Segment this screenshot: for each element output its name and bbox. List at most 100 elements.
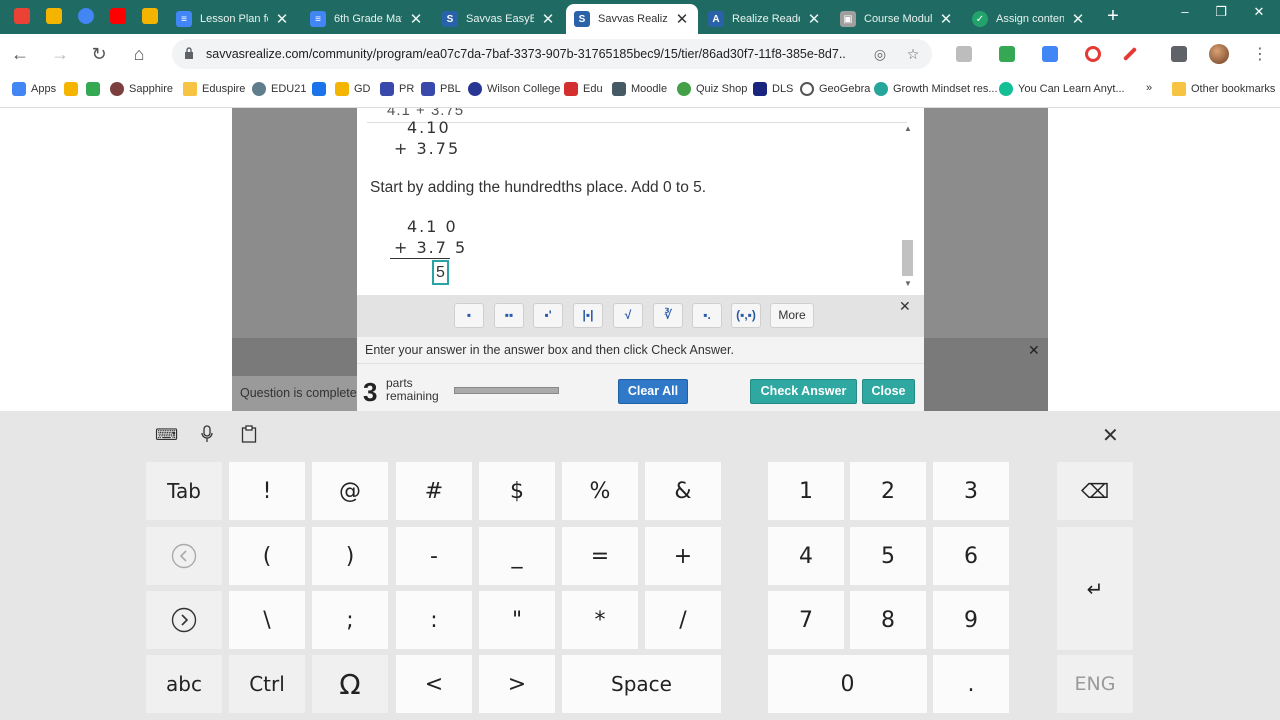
key-backslash[interactable]: \ <box>229 591 305 649</box>
extension-icon[interactable] <box>956 46 972 62</box>
minimize-button[interactable]: – <box>1170 4 1200 19</box>
tab-savvas-realize[interactable]: S Savvas Realize ✕ <box>566 4 698 34</box>
new-tab-button[interactable]: + <box>1103 6 1123 28</box>
key-2[interactable]: 2 <box>850 462 926 520</box>
close-window-button[interactable]: ✕ <box>1244 4 1274 20</box>
key-5[interactable]: 5 <box>850 527 926 585</box>
keyboard-settings-icon[interactable]: ⌨ <box>155 425 178 445</box>
nth-root-template-button[interactable]: ∛ <box>653 303 683 328</box>
clipboard-icon[interactable] <box>238 425 260 445</box>
tab-course-module[interactable]: ▣ Course Module ✕ <box>832 4 962 34</box>
key-tab[interactable]: Tab <box>146 462 222 520</box>
key-space[interactable]: Space <box>562 655 721 713</box>
key-less-than[interactable]: < <box>396 655 472 713</box>
key-8[interactable]: 8 <box>850 591 926 649</box>
bookmark-dls[interactable]: DLS <box>753 82 793 96</box>
key-underscore[interactable]: _ <box>479 527 555 585</box>
bookmark-eduspire[interactable]: Eduspire <box>183 82 245 96</box>
footer-close-icon[interactable]: ✕ <box>1028 342 1040 359</box>
key-hyphen[interactable]: - <box>396 527 472 585</box>
bookmark-wilson-college[interactable]: Wilson College <box>468 82 560 96</box>
scroll-thumb[interactable] <box>902 240 913 276</box>
maximize-button[interactable]: ❐ <box>1206 4 1236 20</box>
bookmark-moodle[interactable]: Moodle <box>612 82 667 96</box>
mixed-number-template-button[interactable]: ▪▪ <box>494 303 524 328</box>
work-scrollbar[interactable]: ▲ ▼ <box>901 122 915 288</box>
key-open-paren[interactable]: ( <box>229 527 305 585</box>
bookmark-star-icon[interactable]: ☆ <box>905 46 921 62</box>
key-period[interactable]: . <box>933 655 1009 713</box>
location-icon[interactable]: ◎ <box>872 46 888 62</box>
enter-icon[interactable]: ↵ <box>1057 527 1133 650</box>
key-previous-circle-icon[interactable] <box>146 527 222 585</box>
tab-lesson-plan[interactable]: ≡ Lesson Plan for ✕ <box>168 4 298 34</box>
bookmark-geogebra[interactable]: GeoGebra <box>800 82 870 96</box>
key-abc[interactable]: abc <box>146 655 222 713</box>
bookmark-other[interactable]: Other bookmarks <box>1172 82 1275 96</box>
tab-realize-reader[interactable]: A Realize Reader ✕ <box>700 4 830 34</box>
bookmark-pr[interactable]: PR <box>380 82 414 96</box>
profile-avatar[interactable] <box>1209 44 1229 64</box>
chrome-menu-icon[interactable]: ⋮ <box>1252 44 1268 64</box>
close-tab-icon[interactable]: ✕ <box>674 10 690 28</box>
close-tab-icon[interactable]: ✕ <box>540 10 556 28</box>
key-ctrl[interactable]: Ctrl <box>229 655 305 713</box>
key-omega[interactable]: Ω <box>312 655 388 713</box>
keyboard-close-icon[interactable]: ✕ <box>1102 423 1119 448</box>
close-tab-icon[interactable]: ✕ <box>1070 10 1086 28</box>
key-plus[interactable]: + <box>645 527 721 585</box>
youtube-pinned-tab[interactable] <box>110 8 126 24</box>
address-bar[interactable]: savvasrealize.com/community/program/ea07… <box>172 39 932 69</box>
bookmark-sapphire[interactable]: Sapphire <box>110 82 173 96</box>
key-semicolon[interactable]: ; <box>312 591 388 649</box>
key-exclamation[interactable]: ! <box>229 462 305 520</box>
close-tab-icon[interactable]: ✕ <box>806 10 822 28</box>
key-1[interactable]: 1 <box>768 462 844 520</box>
pen-extension-icon[interactable] <box>1122 46 1138 62</box>
bookmark-you-can-learn[interactable]: You Can Learn Anyt... <box>999 82 1125 96</box>
home-icon[interactable]: ⌂ <box>128 44 150 64</box>
key-at[interactable]: @ <box>312 462 388 520</box>
key-dollar[interactable]: $ <box>479 462 555 520</box>
screencastify-extension-icon[interactable] <box>1042 46 1058 62</box>
bookmark-gd[interactable]: GD <box>335 82 371 96</box>
key-slash[interactable]: / <box>645 591 721 649</box>
close-tab-icon[interactable]: ✕ <box>408 10 424 28</box>
tab-6th-grade-math[interactable]: ≡ 6th Grade Math ✕ <box>302 4 432 34</box>
answer-input-box[interactable]: 5 <box>432 260 449 285</box>
bookmarks-overflow[interactable]: » <box>1146 82 1152 94</box>
key-hash[interactable]: # <box>396 462 472 520</box>
bookmark-pbl[interactable]: PBL <box>421 82 461 96</box>
key-close-paren[interactable]: ) <box>312 527 388 585</box>
absolute-value-template-button[interactable]: |▪| <box>573 303 603 328</box>
check-answer-button[interactable]: Check Answer <box>750 379 857 404</box>
key-3[interactable]: 3 <box>933 462 1009 520</box>
palette-close-icon[interactable]: ✕ <box>899 298 911 315</box>
close-tab-icon[interactable]: ✕ <box>938 10 954 28</box>
bookmark-drive[interactable] <box>64 82 83 96</box>
tab-assign-content[interactable]: ✓ Assign content ✕ <box>964 4 1094 34</box>
classroom-extension-icon[interactable] <box>999 46 1015 62</box>
key-9[interactable]: 9 <box>933 591 1009 649</box>
bookmark-classroom[interactable] <box>86 82 105 96</box>
microphone-icon[interactable] <box>196 425 218 445</box>
bookmark-apps[interactable]: Apps <box>12 82 56 96</box>
key-colon[interactable]: : <box>396 591 472 649</box>
key-quote[interactable]: " <box>479 591 555 649</box>
key-7[interactable]: 7 <box>768 591 844 649</box>
key-6[interactable]: 6 <box>933 527 1009 585</box>
chrome-pinned-tab[interactable] <box>78 8 94 24</box>
key-ampersand[interactable]: & <box>645 462 721 520</box>
reload-icon[interactable]: ↻ <box>88 44 110 64</box>
scroll-down-icon[interactable]: ▼ <box>904 279 912 288</box>
key-greater-than[interactable]: > <box>479 655 555 713</box>
slides-pinned-tab[interactable] <box>142 8 158 24</box>
ordered-pair-template-button[interactable]: (▪,▪) <box>731 303 761 328</box>
backspace-icon[interactable]: ⌫ <box>1057 462 1133 520</box>
bookmark-growth-mindset[interactable]: Growth Mindset res... <box>874 82 998 96</box>
close-button[interactable]: Close <box>862 379 915 404</box>
forward-arrow-icon[interactable]: → <box>49 44 71 64</box>
key-0[interactable]: 0 <box>768 655 927 713</box>
more-templates-button[interactable]: More <box>770 303 814 328</box>
drive-pinned-tab[interactable] <box>46 8 62 24</box>
